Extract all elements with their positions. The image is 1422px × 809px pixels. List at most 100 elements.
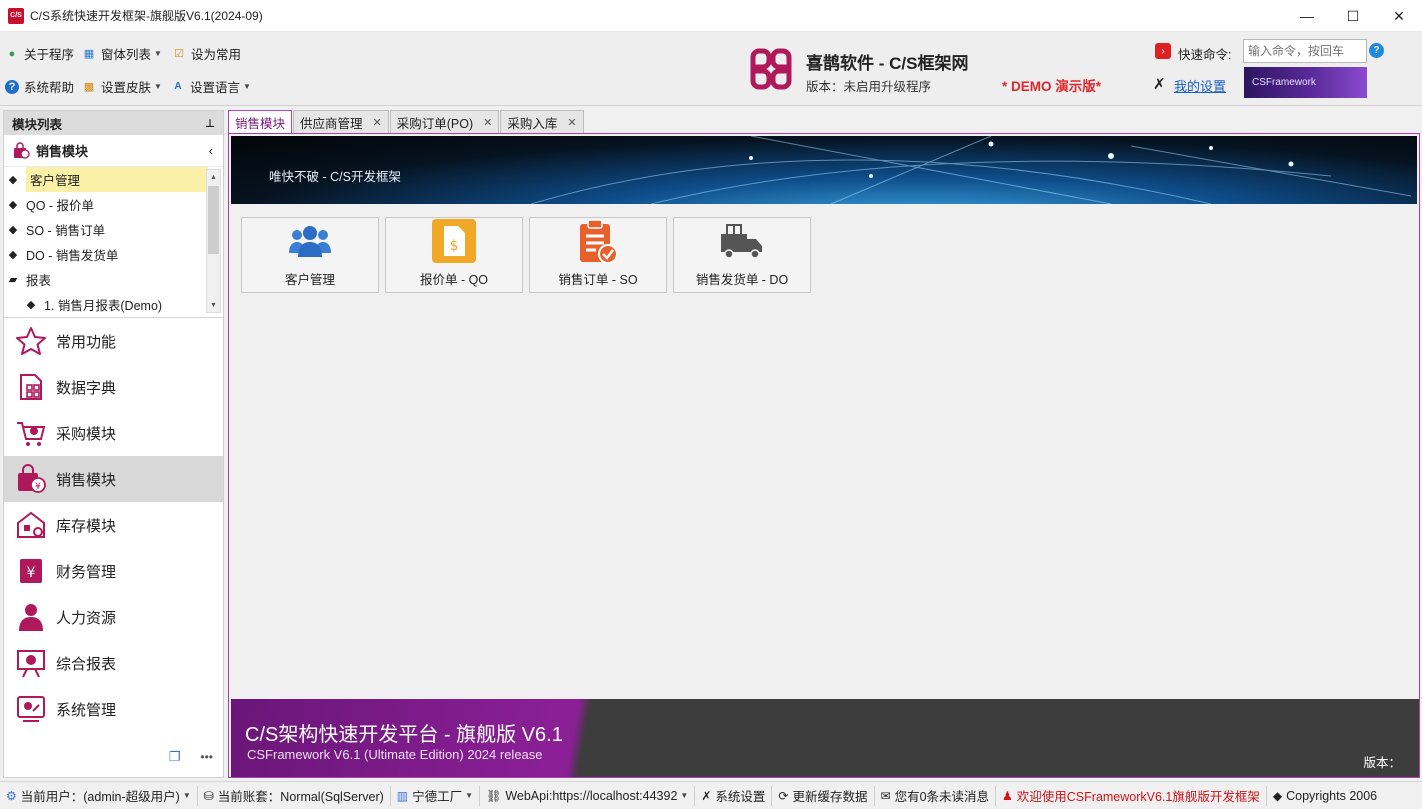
tree-item-label: DO - 销售发货单	[26, 249, 119, 263]
nav-item-hr[interactable]: 人力资源	[4, 594, 223, 640]
main-content: 唯快不破 - C/S开发框架 客户管理 $ 报价单 - QO 销售订单 - SO…	[228, 133, 1420, 778]
maximize-button[interactable]: ☐	[1330, 0, 1376, 32]
nav-item-dictionary[interactable]: 数据字典	[4, 364, 223, 410]
status-settings[interactable]: ✗ 系统设置	[695, 785, 773, 806]
chevron-down-icon: ▼	[465, 791, 474, 800]
tree-item-sales-order[interactable]: ◆ SO - 销售订单	[4, 217, 223, 242]
tile-delivery[interactable]: 销售发货单 - DO	[673, 217, 811, 293]
brand-title: 喜鹊软件 - C/S框架网	[806, 54, 969, 73]
module-panel-footer: ❐ •••	[4, 737, 223, 777]
status-copyright: ◆ Copyrights 2006	[1267, 786, 1383, 806]
clipboard-check-icon: ☑	[174, 48, 184, 60]
quick-command-label: 快速命令:	[1178, 48, 1232, 62]
person-icon	[19, 604, 43, 631]
chevron-down-icon: ▼	[680, 791, 689, 800]
tile-sales-order[interactable]: 销售订单 - SO	[529, 217, 667, 293]
nav-item-purchase[interactable]: 采购模块	[4, 410, 223, 456]
nav-item-inventory[interactable]: 库存模块	[4, 502, 223, 548]
language-button[interactable]: A 设置语言 ▼	[171, 77, 251, 96]
module-panel-header: 模块列表 ⊥	[4, 111, 223, 135]
close-icon[interactable]: ✕	[483, 116, 492, 129]
window-controls: — ☐ ✕	[1284, 0, 1422, 32]
skin-button[interactable]: ▩ 设置皮肤 ▼	[82, 77, 162, 96]
current-module-label: 销售模块	[36, 144, 89, 159]
more-icon[interactable]: •••	[200, 750, 213, 764]
report-icon	[17, 650, 45, 678]
star-icon	[16, 327, 46, 355]
tree-item-label: 报表	[26, 274, 52, 288]
scroll-up-icon[interactable]: ▲	[207, 170, 220, 184]
tile-quote[interactable]: $ 报价单 - QO	[385, 217, 523, 293]
database-icon: ⛁	[203, 788, 214, 803]
svg-text:$: $	[450, 238, 459, 254]
tree-item-reports[interactable]: ▰ 报表	[4, 267, 223, 292]
tile-label: 客户管理	[284, 273, 335, 287]
demo-label: * DEMO 演示版*	[1002, 79, 1102, 94]
tree-item-customers[interactable]: ◆ 客户管理	[4, 167, 223, 192]
chevron-down-icon: ▼	[154, 82, 162, 91]
close-icon[interactable]: ✕	[373, 116, 382, 129]
scroll-down-icon[interactable]: ▼	[207, 298, 220, 312]
close-button[interactable]: ✕	[1376, 0, 1422, 32]
status-user[interactable]: ⚙ 当前用户：(admin-超级用户) ▼	[0, 785, 198, 806]
status-bar: ⚙ 当前用户：(admin-超级用户) ▼ ⛁ 当前账套：Normal(SqlS…	[0, 781, 1422, 809]
help-icon[interactable]: ?	[1369, 43, 1384, 58]
footer-banner-title: C/S架构快速开发平台 - 旗舰版 V6.1	[245, 724, 563, 746]
tree-item-quote[interactable]: ◆ QO - 报价单	[4, 192, 223, 217]
tab-supplier[interactable]: 供应商管理 ✕	[293, 110, 389, 133]
function-tiles: 客户管理 $ 报价单 - QO 销售订单 - SO 销售发货单 - DO	[241, 217, 811, 293]
footer-version-label: 版本：	[1363, 756, 1401, 770]
app-icon: C/S	[8, 7, 24, 24]
users-icon: ⚙	[6, 788, 17, 803]
status-account: ⛁ 当前账套：Normal(SqlServer)	[198, 785, 391, 806]
restore-icon[interactable]: ❐	[169, 749, 181, 765]
header-toolbar: ● 关于程序 ▦ 窗体列表 ▼ ☑ 设为常用 ? 系统帮助 ▩ 设置皮肤 ▼ A…	[0, 32, 1422, 106]
nav-item-reports[interactable]: 综合报表	[4, 640, 223, 686]
about-button[interactable]: ● 关于程序	[5, 44, 74, 63]
question-icon: ?	[5, 79, 19, 94]
status-factory[interactable]: ▥ 宁德工厂 ▼	[391, 785, 481, 806]
status-account-label: 当前账套：Normal(SqlServer)	[217, 790, 384, 804]
tab-purchase-receipt[interactable]: 采购入库 ✕	[500, 110, 584, 133]
window-list-button[interactable]: ▦ 窗体列表 ▼	[82, 44, 162, 63]
refresh-icon: ⟳	[778, 788, 789, 803]
nav-item-sales[interactable]: ¥ 销售模块	[4, 456, 223, 502]
footer-banner-subtitle: CSFramework V6.1 (Ultimate Edition) 2024…	[247, 747, 543, 762]
language-label: 设置语言	[190, 81, 241, 95]
current-module-header[interactable]: 销售模块 ‹	[4, 135, 223, 167]
cube-icon: ◆	[8, 199, 18, 211]
top-banner: 唯快不破 - C/S开发框架	[231, 136, 1417, 204]
nav-item-common[interactable]: 常用功能	[4, 318, 223, 364]
status-factory-label: 宁德工厂	[412, 790, 463, 804]
footer-banner: C/S架构快速开发平台 - 旗舰版 V6.1 CSFramework V6.1 …	[231, 699, 1419, 777]
tree-item-delivery[interactable]: ◆ DO - 销售发货单	[4, 242, 223, 267]
tree-item-monthly-report[interactable]: ◆ 1. 销售月报表(Demo)	[4, 292, 223, 317]
windows-icon: ▦	[83, 48, 95, 60]
my-settings-link[interactable]: 我的设置	[1174, 76, 1226, 95]
status-refresh-cache[interactable]: ⟳ 更新缓存数据	[772, 785, 875, 806]
nav-item-label: 系统管理	[56, 701, 117, 719]
status-webapi[interactable]: ⛓ WebApi:https://localhost:44392 ▼	[480, 785, 696, 806]
tab-label: 采购订单(PO)	[396, 116, 474, 131]
tools-icon: ✗	[701, 788, 712, 803]
window-list-label: 窗体列表	[101, 48, 152, 62]
set-common-button[interactable]: ☑ 设为常用	[172, 44, 241, 63]
tree-item-label: 1. 销售月报表(Demo)	[44, 299, 163, 313]
status-messages[interactable]: ✉ 您有0条未读消息	[875, 785, 997, 806]
close-icon[interactable]: ✕	[567, 116, 576, 129]
tile-customers[interactable]: 客户管理	[241, 217, 379, 293]
pin-icon[interactable]: ⊥	[205, 117, 215, 130]
nav-item-label: 库存模块	[56, 517, 117, 535]
minimize-button[interactable]: —	[1284, 0, 1330, 32]
quick-command-input[interactable]	[1243, 39, 1367, 63]
scrollbar-thumb[interactable]	[208, 186, 219, 254]
building-icon: ▥	[396, 788, 409, 803]
collapse-chevron-icon[interactable]: ‹	[209, 143, 213, 158]
tab-sales-module[interactable]: 销售模块	[228, 110, 293, 133]
nav-item-finance[interactable]: ¥ 财务管理	[4, 548, 223, 594]
nav-item-system[interactable]: 系统管理	[4, 686, 223, 732]
finance-icon: ¥	[20, 559, 42, 583]
help-button[interactable]: ? 系统帮助	[5, 77, 74, 96]
tree-scrollbar[interactable]: ▲ ▼	[206, 169, 221, 313]
tab-purchase-order[interactable]: 采购订单(PO) ✕	[389, 110, 500, 133]
